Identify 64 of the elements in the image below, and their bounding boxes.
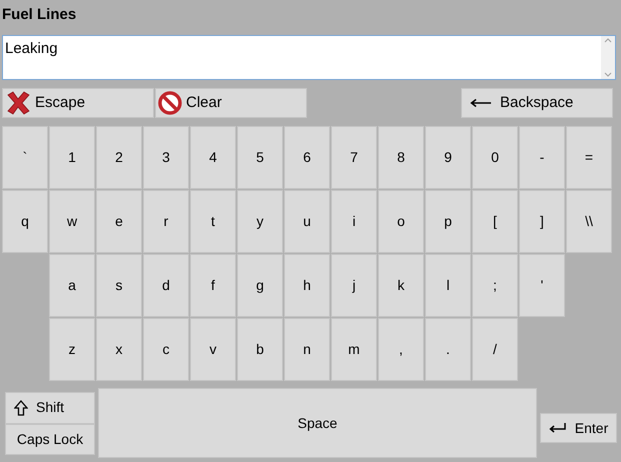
keyboard-key[interactable]: \\ [566, 190, 612, 253]
prohibited-icon [158, 91, 182, 115]
clear-button[interactable]: Clear [155, 88, 307, 118]
keyboard-key[interactable]: / [472, 318, 518, 381]
keyboard-key[interactable]: ; [472, 254, 518, 317]
up-arrow-icon [14, 400, 28, 416]
keyboard-key[interactable]: 3 [143, 126, 189, 189]
backspace-button[interactable]: Backspace [461, 88, 613, 118]
keyboard-key[interactable]: . [425, 318, 471, 381]
scroll-down-icon[interactable] [604, 72, 612, 77]
keyboard-key[interactable]: 1 [49, 126, 95, 189]
keyboard-key[interactable]: 8 [378, 126, 424, 189]
keyboard-key[interactable]: - [519, 126, 565, 189]
keyboard-key[interactable]: l [425, 254, 471, 317]
enter-key[interactable]: Enter [540, 413, 617, 443]
keyboard-key[interactable]: p [425, 190, 471, 253]
keyboard-key[interactable]: 9 [425, 126, 471, 189]
keyboard-key[interactable]: ` [2, 126, 48, 189]
keyboard-key[interactable]: w [49, 190, 95, 253]
keyboard-key[interactable]: 5 [237, 126, 283, 189]
keyboard-key[interactable]: i [331, 190, 377, 253]
escape-button[interactable]: Escape [2, 88, 154, 118]
scroll-up-icon[interactable] [604, 38, 612, 43]
keyboard-key[interactable]: c [143, 318, 189, 381]
keyboard-key[interactable]: [ [472, 190, 518, 253]
keyboard-key[interactable]: s [96, 254, 142, 317]
keyboard-key[interactable]: d [143, 254, 189, 317]
keyboard-key[interactable]: 0 [472, 126, 518, 189]
enter-arrow-icon [548, 423, 567, 433]
keyboard-key[interactable]: r [143, 190, 189, 253]
keyboard-key[interactable]: 7 [331, 126, 377, 189]
keyboard-key[interactable]: y [237, 190, 283, 253]
keyboard-key[interactable]: t [190, 190, 236, 253]
shift-key[interactable]: Shift [5, 392, 95, 424]
keyboard-key[interactable]: n [284, 318, 330, 381]
caps-lock-key[interactable]: Caps Lock [5, 424, 95, 454]
keyboard-key[interactable]: ] [519, 190, 565, 253]
window-title: Fuel Lines [2, 5, 76, 25]
keyboard-key[interactable]: j [331, 254, 377, 317]
left-arrow-icon [470, 98, 492, 108]
keyboard-key[interactable]: h [284, 254, 330, 317]
keyboard-key[interactable]: u [284, 190, 330, 253]
keyboard-key[interactable]: a [49, 254, 95, 317]
keyboard-key[interactable]: k [378, 254, 424, 317]
keyboard-key[interactable]: 2 [96, 126, 142, 189]
keyboard-key[interactable]: q [2, 190, 48, 253]
close-icon [5, 90, 31, 116]
text-field[interactable]: Leaking [2, 35, 616, 80]
space-key[interactable]: Space [98, 388, 537, 458]
keyboard-key[interactable]: ' [519, 254, 565, 317]
keyboard-key[interactable]: z [49, 318, 95, 381]
keyboard-key[interactable]: x [96, 318, 142, 381]
keyboard-key[interactable]: m [331, 318, 377, 381]
keyboard-key[interactable]: 6 [284, 126, 330, 189]
keyboard-key[interactable]: e [96, 190, 142, 253]
keyboard-key[interactable]: b [237, 318, 283, 381]
keyboard-key[interactable]: g [237, 254, 283, 317]
keyboard-key[interactable]: = [566, 126, 612, 189]
keyboard-key[interactable]: v [190, 318, 236, 381]
keyboard-key[interactable]: , [378, 318, 424, 381]
keyboard-key[interactable]: f [190, 254, 236, 317]
keyboard-key[interactable]: 4 [190, 126, 236, 189]
scrollbar[interactable] [601, 36, 615, 79]
keyboard-key[interactable]: o [378, 190, 424, 253]
